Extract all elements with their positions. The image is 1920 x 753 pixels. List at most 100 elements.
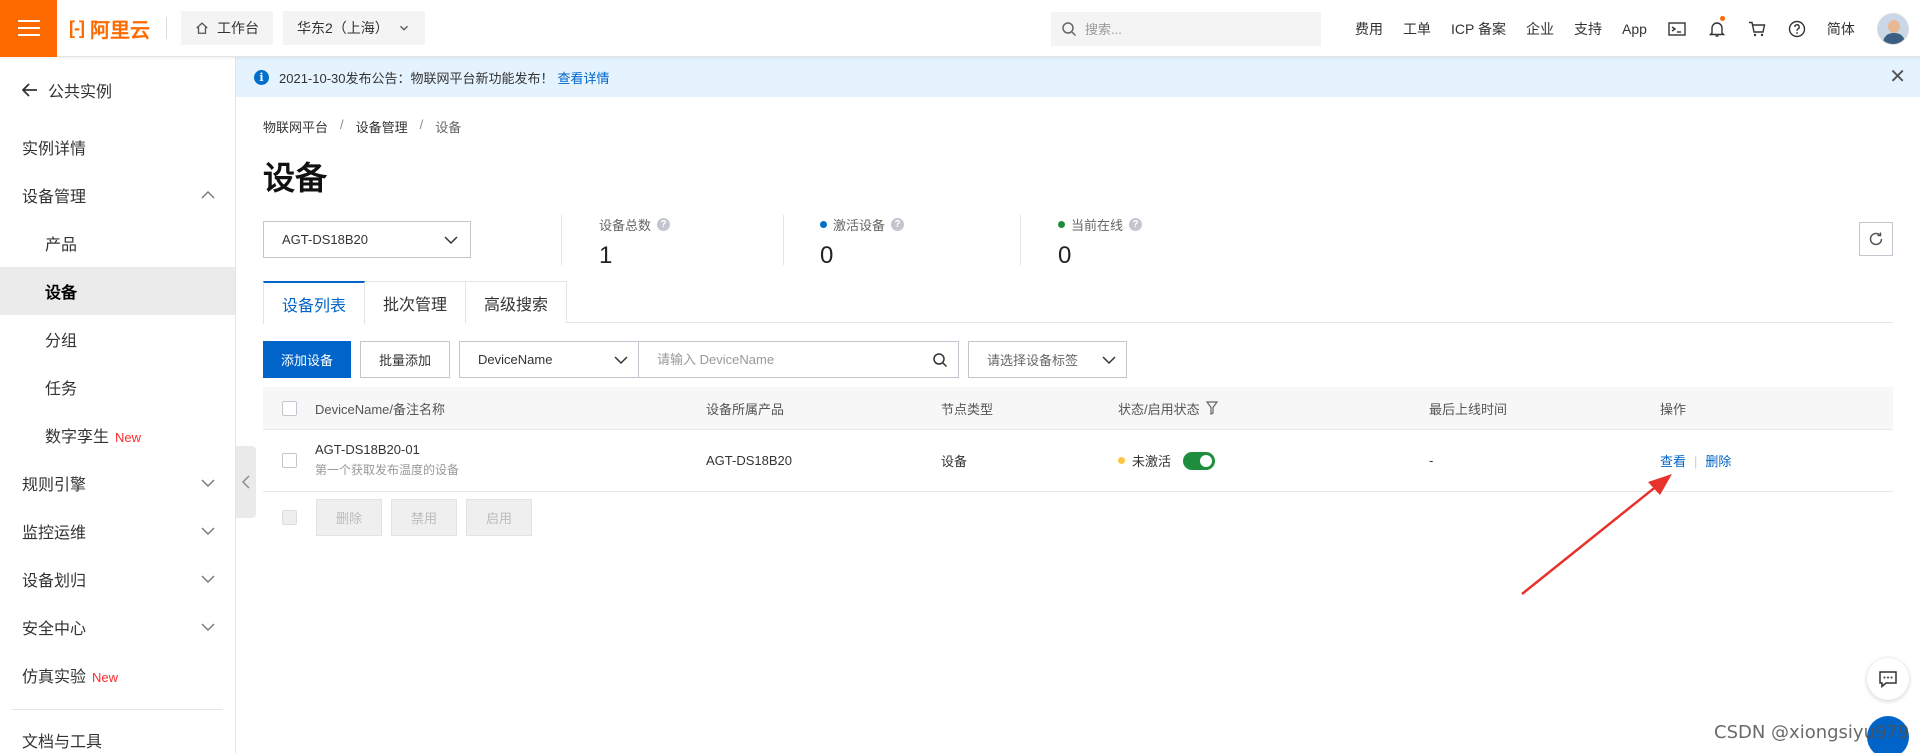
close-icon[interactable]: ✕ <box>1889 67 1906 87</box>
sidebar-item-label: 文档与工具 <box>22 734 103 751</box>
refresh-icon <box>1869 232 1883 246</box>
chevron-up-icon <box>201 191 215 199</box>
avatar[interactable] <box>1877 13 1909 45</box>
add-device-button[interactable]: 添加设备 <box>263 341 352 378</box>
chevron-down-icon <box>201 527 215 535</box>
sidebar-item-label: 数字孪生 <box>45 429 110 446</box>
view-link[interactable]: 查看 <box>1660 454 1686 469</box>
nav-fees[interactable]: 费用 <box>1345 19 1393 39</box>
cart-icon[interactable] <box>1737 0 1777 57</box>
help-icon[interactable]: ? <box>1129 218 1143 231</box>
chevron-down-icon <box>444 235 458 244</box>
device-search-input[interactable] <box>657 352 918 367</box>
green-dot-icon <box>1058 221 1065 228</box>
chevron-down-icon <box>399 25 408 31</box>
search-icon <box>1062 22 1077 37</box>
row-checkbox[interactable] <box>282 453 297 468</box>
stat-activated-devices: 激活设备? 0 <box>820 215 905 269</box>
product-select-value: AGT-DS18B20 <box>282 232 368 247</box>
delete-link[interactable]: 删除 <box>1705 454 1731 469</box>
region-select[interactable]: 华东2（上海） <box>282 11 425 45</box>
device-tag-select[interactable]: 请选择设备标签 <box>968 341 1128 378</box>
sidebar-item-monitoring[interactable]: 监控运维 <box>0 507 235 555</box>
filter-icon[interactable] <box>1205 401 1218 415</box>
sidebar-item-digital-twin[interactable]: 数字孪生 New <box>0 411 235 459</box>
bell-icon[interactable] <box>1697 0 1737 57</box>
sidebar-item-security-center[interactable]: 安全中心 <box>0 603 235 651</box>
announcement-link[interactable]: 查看详情 <box>558 68 610 87</box>
refresh-button[interactable] <box>1859 222 1893 256</box>
sidebar-item-products[interactable]: 产品 <box>0 219 235 267</box>
nav-tickets[interactable]: 工单 <box>1393 19 1441 39</box>
search-field-select[interactable]: DeviceName <box>459 341 640 378</box>
back-to-public-instance[interactable]: 公共实例 <box>0 57 235 123</box>
sidebar-collapse-handle[interactable] <box>236 446 256 518</box>
device-last-online: - <box>1429 453 1434 468</box>
breadcrumb-device-management[interactable]: 设备管理 <box>356 117 408 136</box>
product-select[interactable]: AGT-DS18B20 <box>263 221 471 258</box>
sidebar-item-device-assignment[interactable]: 设备划归 <box>0 555 235 603</box>
bulk-select-checkbox[interactable] <box>282 510 297 525</box>
help-icon[interactable] <box>1777 0 1817 57</box>
sidebar-item-label: 实例详情 <box>22 141 87 158</box>
device-product: AGT-DS18B20 <box>706 453 792 468</box>
region-label: 华东2（上海） <box>296 20 389 36</box>
table-header: DeviceName/备注名称 设备所属产品 节点类型 状态/启用状态 最后上线… <box>263 387 1893 430</box>
sidebar-item-devices[interactable]: 设备 <box>0 267 235 315</box>
workbench-button[interactable]: 工作台 <box>180 11 273 45</box>
menu-icon[interactable] <box>0 0 57 57</box>
sidebar-item-label: 规则引擎 <box>22 477 87 494</box>
nav-icp[interactable]: ICP 备案 <box>1441 19 1516 39</box>
sidebar-item-groups[interactable]: 分组 <box>0 315 235 363</box>
nav-support[interactable]: 支持 <box>1564 19 1612 39</box>
bulk-enable-button[interactable]: 启用 <box>466 499 532 536</box>
nav-app[interactable]: App <box>1612 21 1657 37</box>
action-separator: | <box>1694 454 1698 469</box>
notification-dot <box>1719 16 1725 21</box>
tab-batch-management[interactable]: 批次管理 <box>364 281 467 323</box>
tab-advanced-search[interactable]: 高级搜索 <box>465 281 568 323</box>
sidebar-item-simulation[interactable]: 仿真实验 New <box>0 651 235 699</box>
chevron-down-icon <box>614 355 628 364</box>
sidebar-item-label: 任务 <box>45 381 78 398</box>
column-header-actions: 操作 <box>1660 401 1687 417</box>
batch-add-button[interactable]: 批量添加 <box>360 341 451 378</box>
bulk-disable-button[interactable]: 禁用 <box>391 499 457 536</box>
sidebar-item-instance-details[interactable]: 实例详情 <box>0 123 235 171</box>
aliyun-logo[interactable]: [-] 阿里云 <box>69 14 150 43</box>
search-icon[interactable] <box>932 352 948 368</box>
enable-toggle[interactable] <box>1183 451 1216 470</box>
bulk-delete-button[interactable]: 删除 <box>316 499 382 536</box>
stat-label: 激活设备 <box>833 218 886 233</box>
global-search[interactable] <box>1051 12 1321 46</box>
global-search-input[interactable] <box>1085 21 1285 37</box>
column-header-devicename: DeviceName/备注名称 <box>315 401 446 417</box>
stat-label: 当前在线 <box>1071 218 1124 233</box>
sidebar-item-rule-engine[interactable]: 规则引擎 <box>0 459 235 507</box>
search-field-value: DeviceName <box>478 352 553 367</box>
blue-dot-icon <box>820 221 827 228</box>
select-all-checkbox[interactable] <box>282 401 297 416</box>
help-icon[interactable]: ? <box>891 218 905 231</box>
tab-device-list[interactable]: 设备列表 <box>263 281 366 324</box>
sidebar-item-device-management[interactable]: 设备管理 <box>0 171 235 219</box>
nav-enterprise[interactable]: 企业 <box>1516 19 1564 39</box>
new-badge: New <box>115 430 142 445</box>
annotation-arrow <box>1521 474 1672 595</box>
device-status: 未激活 <box>1132 454 1172 469</box>
terminal-icon[interactable] <box>1657 0 1697 57</box>
stat-divider <box>561 215 562 265</box>
sidebar-item-label: 安全中心 <box>22 621 87 638</box>
breadcrumb-iot-platform[interactable]: 物联网平台 <box>263 117 328 136</box>
help-icon[interactable]: ? <box>657 218 671 231</box>
sidebar-item-docs-tools[interactable]: 文档与工具 <box>0 716 235 753</box>
sidebar-item-tasks[interactable]: 任务 <box>0 363 235 411</box>
chat-float-button[interactable] <box>1867 658 1909 700</box>
stat-online-devices: 当前在线? 0 <box>1058 215 1143 269</box>
stat-label: 设备总数 <box>599 218 652 233</box>
back-label: 公共实例 <box>48 84 113 101</box>
sidebar-item-label: 产品 <box>45 237 78 254</box>
language-switch[interactable]: 简体 <box>1817 19 1865 39</box>
status-dot <box>1118 457 1125 464</box>
info-icon: i <box>254 69 269 85</box>
